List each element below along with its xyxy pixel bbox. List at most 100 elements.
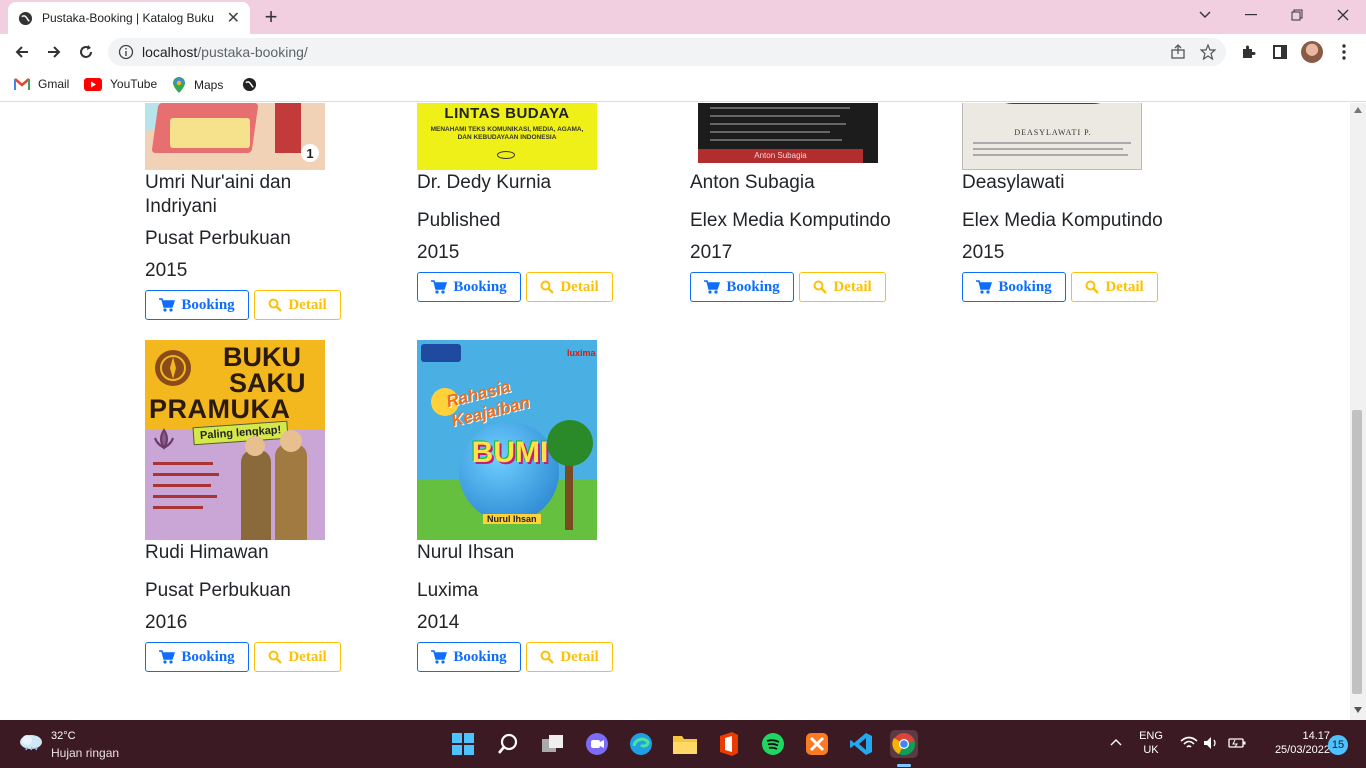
scrollbar-thumb[interactable] xyxy=(1352,410,1362,694)
booking-button[interactable]: Booking xyxy=(690,272,794,302)
book-year: 2016 xyxy=(145,612,188,633)
booking-label: Booking xyxy=(181,296,235,313)
battery-icon[interactable] xyxy=(1228,736,1246,750)
start-icon[interactable] xyxy=(449,730,477,758)
book-cover-4[interactable]: DEASYLAWATI P. xyxy=(962,103,1142,170)
weather-widget[interactable] xyxy=(18,732,44,752)
chat-icon[interactable] xyxy=(583,730,611,758)
clock[interactable]: 14.17 25/03/2022 xyxy=(1250,730,1330,756)
booking-button[interactable]: Booking xyxy=(417,642,521,672)
search-icon xyxy=(1085,280,1100,294)
bookmark-label: Maps xyxy=(194,78,224,92)
volume-icon[interactable] xyxy=(1203,736,1219,750)
detail-button[interactable]: Detail xyxy=(526,642,613,672)
book-author: Deasylawati xyxy=(962,172,1065,193)
active-app-indicator xyxy=(897,764,911,767)
tab-search-icon[interactable] xyxy=(1182,0,1228,30)
book-cover-6[interactable]: luxima Rahasia Keajaiban BUMI Nurul Ihsa… xyxy=(417,340,597,540)
book-cover-5[interactable]: BUKU SAKU PRAMUKA Paling lengkap! xyxy=(145,340,325,540)
book-author-cont: Indriyani xyxy=(145,196,217,217)
book-cover-2[interactable]: LINTAS BUDAYA MENAHAMI TEKS KOMUNIKASI, … xyxy=(417,103,597,170)
cloud-rain-icon xyxy=(20,735,42,751)
close-window-icon[interactable] xyxy=(1320,0,1366,30)
info-icon[interactable] xyxy=(118,44,134,60)
reload-icon[interactable] xyxy=(72,38,100,66)
bookmark-gmail[interactable]: Gmail xyxy=(14,77,69,91)
scroll-down-icon[interactable] xyxy=(1354,707,1362,713)
detail-button[interactable]: Detail xyxy=(1071,272,1158,302)
spotify-icon[interactable] xyxy=(759,730,787,758)
close-tab-icon[interactable]: ✕ xyxy=(227,8,240,28)
bookmark-maps[interactable]: Maps xyxy=(172,77,223,93)
xampp-icon[interactable] xyxy=(803,730,831,758)
detail-label: Detail xyxy=(560,648,599,665)
detail-button[interactable]: Detail xyxy=(254,642,341,672)
cover-author: Anton Subagia xyxy=(698,149,863,163)
vscode-icon[interactable] xyxy=(847,730,875,758)
cover-subtitle: MENAHAMI TEKS KOMUNIKASI, MEDIA, AGAMA, … xyxy=(430,126,584,141)
search-icon xyxy=(268,650,283,664)
menu-icon[interactable] xyxy=(1330,38,1358,66)
publisher-logo xyxy=(497,151,515,159)
booking-label: Booking xyxy=(998,278,1052,295)
search-icon[interactable] xyxy=(494,730,522,758)
book-author: Rudi Himawan xyxy=(145,542,269,563)
weather-temp: 32°C xyxy=(51,730,76,742)
booking-button[interactable]: Booking xyxy=(962,272,1066,302)
chrome-icon[interactable] xyxy=(890,730,918,758)
fleur-icon xyxy=(154,428,174,450)
book-year: 2015 xyxy=(417,242,460,263)
language-indicator[interactable]: ENG UK xyxy=(1138,730,1164,756)
cover-title: BUKU xyxy=(223,342,301,372)
wifi-icon[interactable] xyxy=(1180,736,1198,750)
browser-tab[interactable]: Pustaka-Booking | Katalog Buku ✕ xyxy=(8,2,250,34)
side-panel-icon[interactable] xyxy=(1266,38,1294,66)
scroll-up-icon[interactable] xyxy=(1354,107,1362,113)
book-publisher: Published xyxy=(417,210,501,231)
bookmark-star-icon[interactable] xyxy=(1200,44,1216,60)
bookmark-globe[interactable] xyxy=(242,77,265,92)
booking-button[interactable]: Booking xyxy=(145,290,249,320)
detail-button[interactable]: Detail xyxy=(254,290,341,320)
office-icon[interactable] xyxy=(715,730,743,758)
back-icon[interactable] xyxy=(8,38,36,66)
cover-title: PRAMUKA xyxy=(149,394,291,424)
cart-icon xyxy=(431,280,448,294)
forward-icon[interactable] xyxy=(40,38,68,66)
bookmark-label: Gmail xyxy=(38,77,70,91)
book-author: Umri Nur'aini dan xyxy=(145,172,292,193)
booking-button[interactable]: Booking xyxy=(145,642,249,672)
maps-icon xyxy=(173,77,185,93)
restore-icon[interactable] xyxy=(1274,0,1320,30)
book-cover-3[interactable]: Anton Subagia xyxy=(698,103,878,163)
detail-label: Detail xyxy=(560,278,599,295)
chevron-up-icon[interactable] xyxy=(1110,738,1122,746)
cart-icon xyxy=(159,298,176,312)
book-year: 2015 xyxy=(962,242,1005,263)
share-icon[interactable] xyxy=(1170,44,1186,60)
book-cover-1[interactable]: 1 xyxy=(145,103,325,170)
task-view-icon[interactable] xyxy=(539,730,567,758)
book-year: 2015 xyxy=(145,260,188,281)
booking-label: Booking xyxy=(453,648,507,665)
new-tab-icon[interactable]: + xyxy=(260,4,282,30)
clock-time: 14.17 xyxy=(1302,730,1330,742)
extensions-icon[interactable] xyxy=(1234,38,1262,66)
file-explorer-icon[interactable] xyxy=(671,730,699,758)
book-publisher: Pusat Perbukuan xyxy=(145,228,291,249)
booking-button[interactable]: Booking xyxy=(417,272,521,302)
notification-badge[interactable]: 15 xyxy=(1328,735,1348,755)
book-publisher: Luxima xyxy=(417,580,479,601)
profile-avatar[interactable] xyxy=(1298,38,1326,66)
bookmark-youtube[interactable]: YouTube xyxy=(84,77,157,91)
minimize-icon[interactable] xyxy=(1228,0,1274,30)
detail-button[interactable]: Detail xyxy=(799,272,886,302)
book-publisher: Elex Media Komputindo xyxy=(690,210,891,231)
edge-icon[interactable] xyxy=(627,730,655,758)
address-bar[interactable]: localhost/pustaka-booking/ xyxy=(108,38,1226,66)
youtube-icon xyxy=(84,77,102,91)
cover-title: SAKU xyxy=(229,368,306,398)
detail-button[interactable]: Detail xyxy=(526,272,613,302)
cart-icon xyxy=(704,280,721,294)
scout-emblem-icon xyxy=(155,350,191,386)
